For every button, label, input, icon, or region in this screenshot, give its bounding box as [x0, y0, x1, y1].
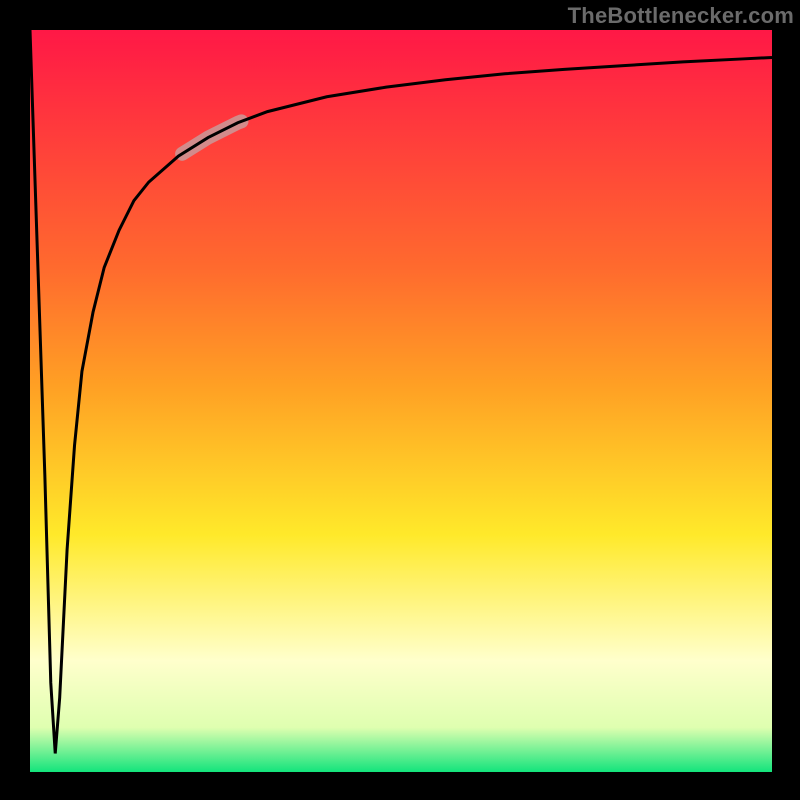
attribution-label: TheBottlenecker.com: [568, 3, 794, 29]
gradient-background: [30, 30, 772, 772]
chart-canvas: [30, 30, 772, 772]
chart-root: TheBottlenecker.com: [0, 0, 800, 800]
